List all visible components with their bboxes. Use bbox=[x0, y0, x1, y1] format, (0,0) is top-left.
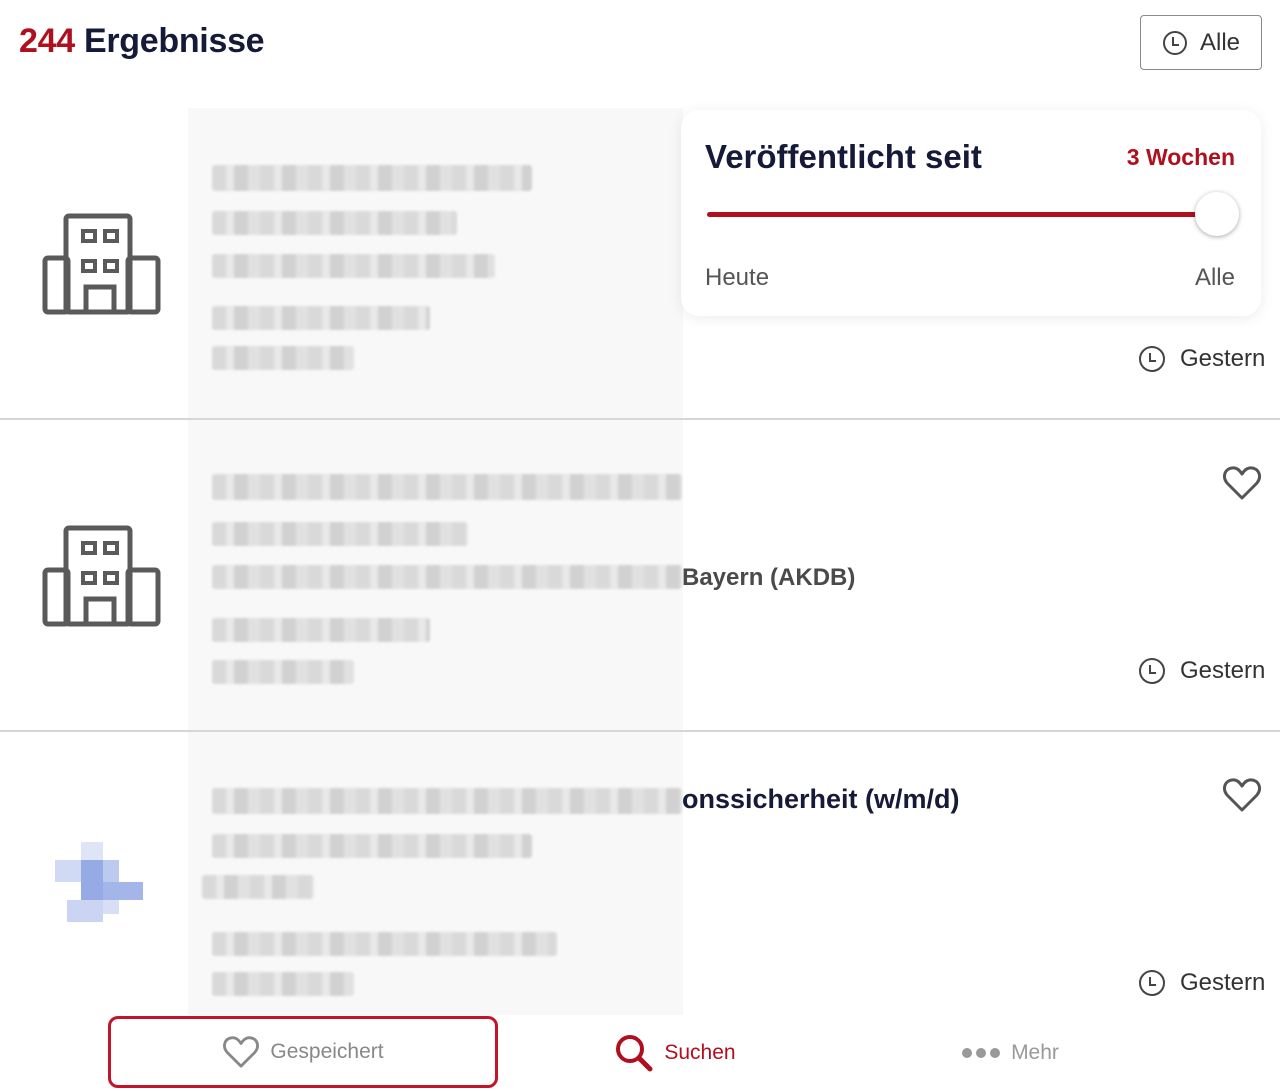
clock-icon bbox=[1139, 658, 1165, 684]
result-date-label: Gestern bbox=[1180, 345, 1266, 372]
result-date-label: Gestern bbox=[1180, 657, 1266, 684]
result-date: Gestern bbox=[1138, 657, 1265, 685]
result-card[interactable]: Bayern (AKDB) Gestern bbox=[0, 420, 1280, 732]
published-since-slider[interactable] bbox=[707, 212, 1217, 217]
search-icon bbox=[616, 1035, 653, 1072]
clock-icon bbox=[1162, 30, 1187, 55]
results-count-number: 244 bbox=[19, 22, 75, 60]
heart-icon[interactable] bbox=[1222, 465, 1262, 501]
result-date: Gestern bbox=[1138, 345, 1265, 373]
heart-icon bbox=[223, 1036, 260, 1068]
clock-icon bbox=[1139, 970, 1165, 996]
heart-icon[interactable] bbox=[1222, 777, 1262, 813]
slider-max-label: Alle bbox=[1194, 264, 1235, 291]
date-filter-button[interactable]: Alle bbox=[1140, 15, 1262, 70]
redacted-content bbox=[188, 420, 683, 730]
redacted-content bbox=[188, 108, 683, 418]
building-icon bbox=[42, 213, 161, 315]
company-logo bbox=[55, 842, 145, 932]
result-card[interactable]: onssicherheit (w/m/d) Gestern bbox=[0, 732, 1280, 1022]
results-count-label: Ergebnisse bbox=[83, 22, 265, 60]
building-icon bbox=[42, 525, 161, 627]
tab-saved[interactable]: Gespeichert bbox=[108, 1016, 498, 1088]
tab-more[interactable]: Mehr bbox=[930, 1015, 1090, 1091]
bottom-tab-bar: Gespeichert Suchen Mehr bbox=[0, 1015, 1280, 1091]
more-dots-icon bbox=[962, 1048, 1001, 1058]
redacted-content bbox=[188, 732, 683, 1022]
results-count: 244 Ergebnisse bbox=[19, 22, 265, 61]
result-org-fragment: Bayern (AKDB) bbox=[682, 564, 856, 591]
result-title-fragment[interactable]: onssicherheit (w/m/d) bbox=[682, 784, 960, 815]
results-header: 244 Ergebnisse Alle bbox=[0, 0, 1280, 100]
tab-saved-label: Gespeichert bbox=[270, 1040, 384, 1063]
result-date-label: Gestern bbox=[1180, 969, 1266, 996]
result-date: Gestern bbox=[1138, 969, 1265, 997]
popup-value: 3 Wochen bbox=[1126, 144, 1235, 170]
slider-thumb[interactable] bbox=[1195, 192, 1239, 236]
slider-min-label: Heute bbox=[705, 264, 770, 291]
date-filter-label: Alle bbox=[1199, 28, 1241, 56]
popup-title: Veröffentlicht seit bbox=[705, 138, 982, 175]
tab-more-label: Mehr bbox=[1011, 1041, 1059, 1064]
published-since-popup: Veröffentlicht seit 3 Wochen Heute Alle bbox=[681, 110, 1261, 316]
tab-search-label: Suchen bbox=[664, 1041, 736, 1064]
tab-search[interactable]: Suchen bbox=[590, 1015, 760, 1091]
clock-icon bbox=[1139, 346, 1165, 372]
